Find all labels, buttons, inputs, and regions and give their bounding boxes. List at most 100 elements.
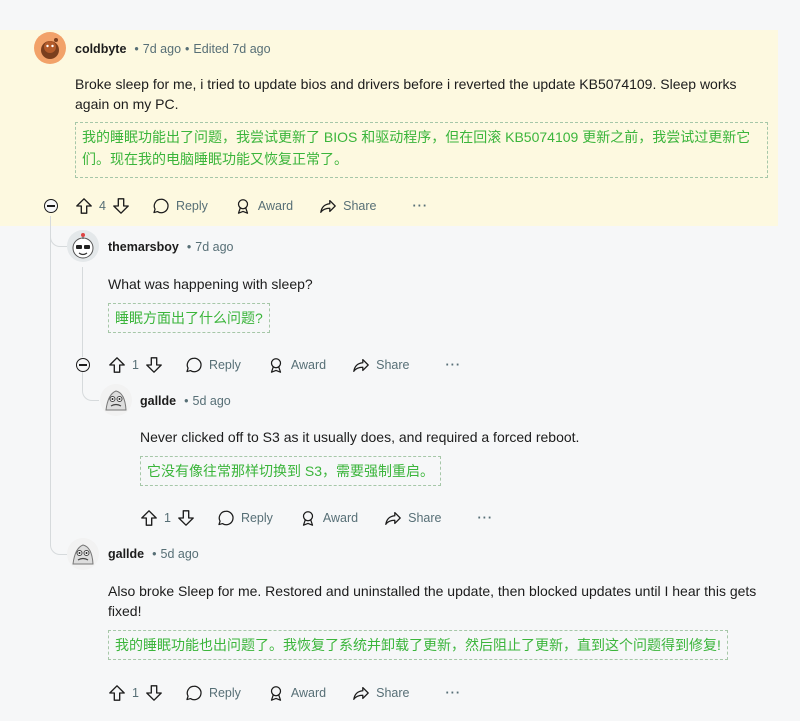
timestamp: 5d ago [192,394,231,408]
avatar[interactable] [100,384,132,416]
translation-box: 睡眠方面出了什么问题? [108,303,270,333]
comment-text: Also broke Sleep for me. Restored and un… [108,583,757,619]
comment-text: What was happening with sleep? [108,276,313,292]
share-label: Share [408,511,442,525]
avatar[interactable] [34,32,66,64]
more-icon: ··· [445,686,461,700]
comment-actions: 1 Reply Award Share ··· [108,353,461,377]
vote-count: 1 [164,511,171,525]
comment-text: Never clicked off to S3 as it usually do… [140,429,580,445]
share-label: Share [376,686,410,700]
reply-button[interactable]: Reply [152,197,208,215]
translation-box: 我的睡眠功能也出问题了。我恢复了系统并卸载了更新，然后阻止了更新，直到这个问题得… [108,630,728,660]
comment-actions: 1 Reply Award Share ··· [108,681,461,705]
award-icon [270,358,282,373]
award-label: Award [322,511,359,525]
username[interactable]: themarsboy [108,240,179,254]
thread-connector [50,530,67,555]
timestamp: 7d ago [142,42,182,56]
more-options-button[interactable]: ··· [440,686,462,700]
downvote-icon [146,685,162,701]
award-button[interactable]: Award [267,684,326,702]
award-icon [237,199,249,214]
award-button[interactable]: Award [234,197,293,215]
more-options-button[interactable]: ··· [407,199,429,213]
vote-count: 1 [132,358,139,372]
award-label: Award [257,199,294,213]
collapse-thread-button[interactable] [44,199,58,213]
reply-button[interactable]: Reply [185,356,241,374]
timestamp: 7d ago [195,240,234,254]
share-icon [353,358,369,372]
share-label: Share [376,358,410,372]
downvote-button[interactable] [145,356,163,374]
downvote-button[interactable] [145,684,163,702]
comment-icon [186,357,202,373]
share-icon [353,686,369,700]
upvote-button[interactable] [108,684,126,702]
comment-meta: coldbyte • 7d ago • Edited 7d ago [75,42,271,56]
award-icon [270,686,282,701]
vote-count: 1 [132,686,139,700]
more-icon: ··· [445,358,461,372]
downvote-icon [113,198,129,214]
vote-count: 4 [99,199,106,213]
comment-text: Broke sleep for me, i tried to update bi… [75,76,737,112]
reply-label: Reply [175,199,208,213]
username[interactable]: gallde [108,547,144,561]
comment-meta: gallde • 5d ago [140,394,231,408]
comment-meta: gallde • 5d ago [108,547,199,561]
translation-box: 我的睡眠功能出了问题，我尝试更新了 BIOS 和驱动程序，但在回滚 KB5074… [75,122,768,178]
share-button[interactable]: Share [384,509,442,527]
translation-box: 它没有像往常那样切换到 S3，需要强制重启。 [140,456,442,486]
award-button[interactable]: Award [299,509,358,527]
share-icon [320,199,336,213]
award-button[interactable]: Award [267,356,326,374]
edited-label: Edited 7d ago [193,42,271,56]
username[interactable]: gallde [140,394,176,408]
reply-label: Reply [240,511,273,525]
more-options-button[interactable]: ··· [472,511,494,525]
avatar[interactable] [67,230,99,262]
thread-connector [50,222,67,247]
upvote-button[interactable] [108,356,126,374]
comment-icon [218,510,234,526]
comment-actions: 1 Reply Award Share ··· [140,506,493,530]
reply-button[interactable]: Reply [185,684,241,702]
upvote-icon [141,510,157,526]
thread-line [50,216,51,546]
award-label: Award [290,358,327,372]
downvote-button[interactable] [177,509,195,527]
more-icon: ··· [477,511,493,525]
share-button[interactable]: Share [352,356,410,374]
reply-label: Reply [208,358,241,372]
downvote-icon [146,357,162,373]
collapse-thread-button[interactable] [76,358,90,372]
thread-line [82,267,83,357]
comment-actions: 4 Reply Award Share ··· [75,194,428,218]
upvote-icon [76,198,92,214]
share-label: Share [343,199,377,213]
thread-connector [82,376,99,401]
downvote-button[interactable] [112,197,130,215]
share-button[interactable]: Share [352,684,410,702]
upvote-button[interactable] [75,197,93,215]
comment-icon [153,198,169,214]
comment-icon [186,685,202,701]
upvote-button[interactable] [140,509,158,527]
upvote-icon [109,357,125,373]
downvote-icon [178,510,194,526]
avatar[interactable] [67,538,99,570]
share-icon [385,511,401,525]
share-button[interactable]: Share [319,197,377,215]
username[interactable]: coldbyte [75,42,126,56]
reply-button[interactable]: Reply [217,509,273,527]
timestamp: 5d ago [160,547,199,561]
more-options-button[interactable]: ··· [440,358,462,372]
award-icon [302,511,314,526]
comment-meta: themarsboy • 7d ago [108,240,234,254]
more-icon: ··· [412,199,428,213]
upvote-icon [109,685,125,701]
award-label: Award [290,686,327,700]
reply-label: Reply [208,686,241,700]
